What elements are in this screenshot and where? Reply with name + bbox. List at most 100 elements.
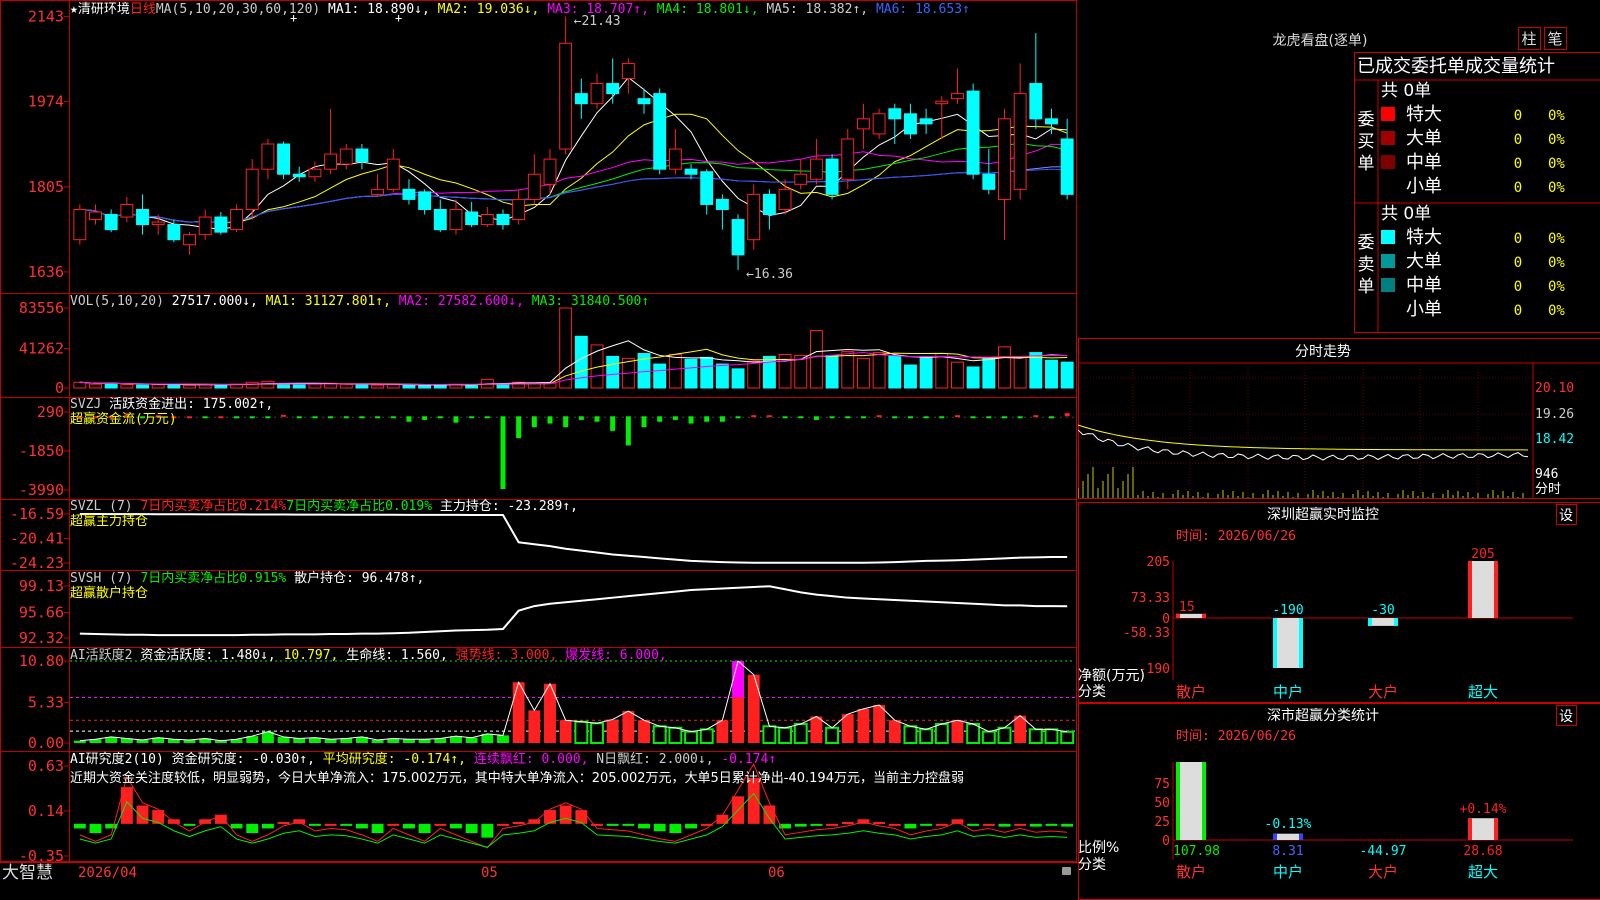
month-label-05: 05 [481,865,498,881]
vol-header-part-0: VOL(5,10,20) [70,294,172,309]
candle-body [982,173,996,190]
svzl-axis-tick: -20.41 [10,530,64,548]
app-window: 2143 1974 1805 1636 ←21.43 ←16.36 + + ★清研环境日线MA(… [0,0,1600,900]
candle[interactable] [762,189,776,230]
candle[interactable] [261,138,275,180]
candle[interactable] [715,194,729,230]
candle[interactable] [183,232,196,255]
buy-row-pct: 0% [1548,180,1565,196]
candle[interactable] [418,189,432,215]
sz-class-bar-edge [1494,818,1498,840]
candle[interactable] [1060,118,1074,200]
side-panel: 龙虎看盘(逐单) 柱笔已成交委托单成交量统计委买单委卖单共 0单共 0单特大 0 0%… [1078,27,1600,900]
volume-bar [731,368,745,389]
volume-bar [183,384,196,389]
candle[interactable] [903,103,917,139]
candle[interactable] [982,149,996,195]
candle[interactable] [433,199,447,233]
candle[interactable] [653,88,667,175]
candle[interactable] [668,128,682,175]
sz-monitor-value: 205 [1471,547,1494,562]
candle-body [998,118,1011,200]
candle[interactable] [543,149,557,195]
candle[interactable] [731,214,745,270]
brand-label: 大智慧 [2,863,53,883]
candle[interactable] [621,58,635,94]
svzj-bar [453,416,459,423]
candle[interactable] [747,184,761,250]
volume-bar [308,383,322,389]
vol-header-part-3: MA2: 27582.600↓, [399,294,532,309]
candle[interactable] [966,83,980,180]
candle[interactable] [684,164,698,180]
candle[interactable] [856,103,870,150]
candle[interactable] [951,68,964,104]
svsh-line [79,585,1068,637]
candle[interactable] [386,149,400,192]
candle[interactable] [1045,108,1058,134]
volume-bar [1060,361,1074,389]
candle[interactable] [371,174,385,197]
candle[interactable] [872,108,886,139]
ai2-header: AI研究度2(10) 资金研究度: -0.030↑, 平均研究度: -0.174… [70,751,776,767]
candle[interactable] [1013,63,1027,200]
svzj-bar [469,416,475,419]
candle[interactable] [308,161,322,182]
volume-bar [809,330,823,389]
candle-body [574,93,588,105]
volume-bar [841,351,855,389]
candle[interactable] [89,204,102,225]
ai1-bar [747,674,760,743]
candle[interactable] [198,209,212,240]
candle[interactable] [809,138,823,185]
candle[interactable] [339,144,353,170]
candle[interactable] [496,209,510,230]
candle[interactable] [574,78,588,119]
candle[interactable] [292,166,306,182]
candle[interactable] [527,154,541,205]
candle[interactable] [700,169,714,215]
candle[interactable] [104,209,118,233]
candle[interactable] [73,204,87,245]
candle[interactable] [998,108,1011,240]
ai2-bar [340,823,353,826]
candle[interactable] [919,108,933,134]
candle[interactable] [230,204,244,233]
candle[interactable] [355,144,369,170]
svzj-bar [735,416,741,419]
sz-monitor-bar [1273,618,1303,668]
candle[interactable] [245,159,259,220]
svzj-bar [704,416,710,422]
sz-class-cat: 中户 [1273,863,1303,881]
candle[interactable] [480,206,494,228]
svzl-header-part-1: 7日内买卖净占比0.214% [140,498,286,514]
candle[interactable] [277,141,291,180]
candle[interactable] [136,194,149,235]
ai2-bar [920,823,933,826]
candle[interactable] [778,179,792,215]
candle[interactable] [324,108,338,175]
candle[interactable] [590,73,604,109]
candle-body [653,93,667,170]
sz-class-value: 8.31 [1272,844,1303,859]
candle[interactable] [606,58,620,104]
candle-body [433,208,447,231]
candle-body [606,83,620,95]
candle[interactable] [120,196,134,223]
candle-body [715,198,729,210]
buy-row-name: 特大 [1406,104,1442,125]
candle[interactable] [637,88,651,114]
candle[interactable] [1029,33,1043,129]
stock-chart-area[interactable]: 2143197418051636←21.43←16.36++★清研环境日线MA(… [0,0,1078,882]
candle-body [888,108,902,120]
candle[interactable] [794,159,808,190]
candle[interactable] [825,154,839,200]
svzl-axis-tick: -24.23 [10,554,64,572]
candle[interactable] [512,189,526,225]
candle[interactable] [402,179,416,205]
candle[interactable] [214,212,228,235]
candle[interactable] [465,201,479,228]
candle[interactable] [888,103,902,144]
sz-monitor-tick: 205 [1147,555,1170,570]
candle[interactable] [559,16,573,155]
